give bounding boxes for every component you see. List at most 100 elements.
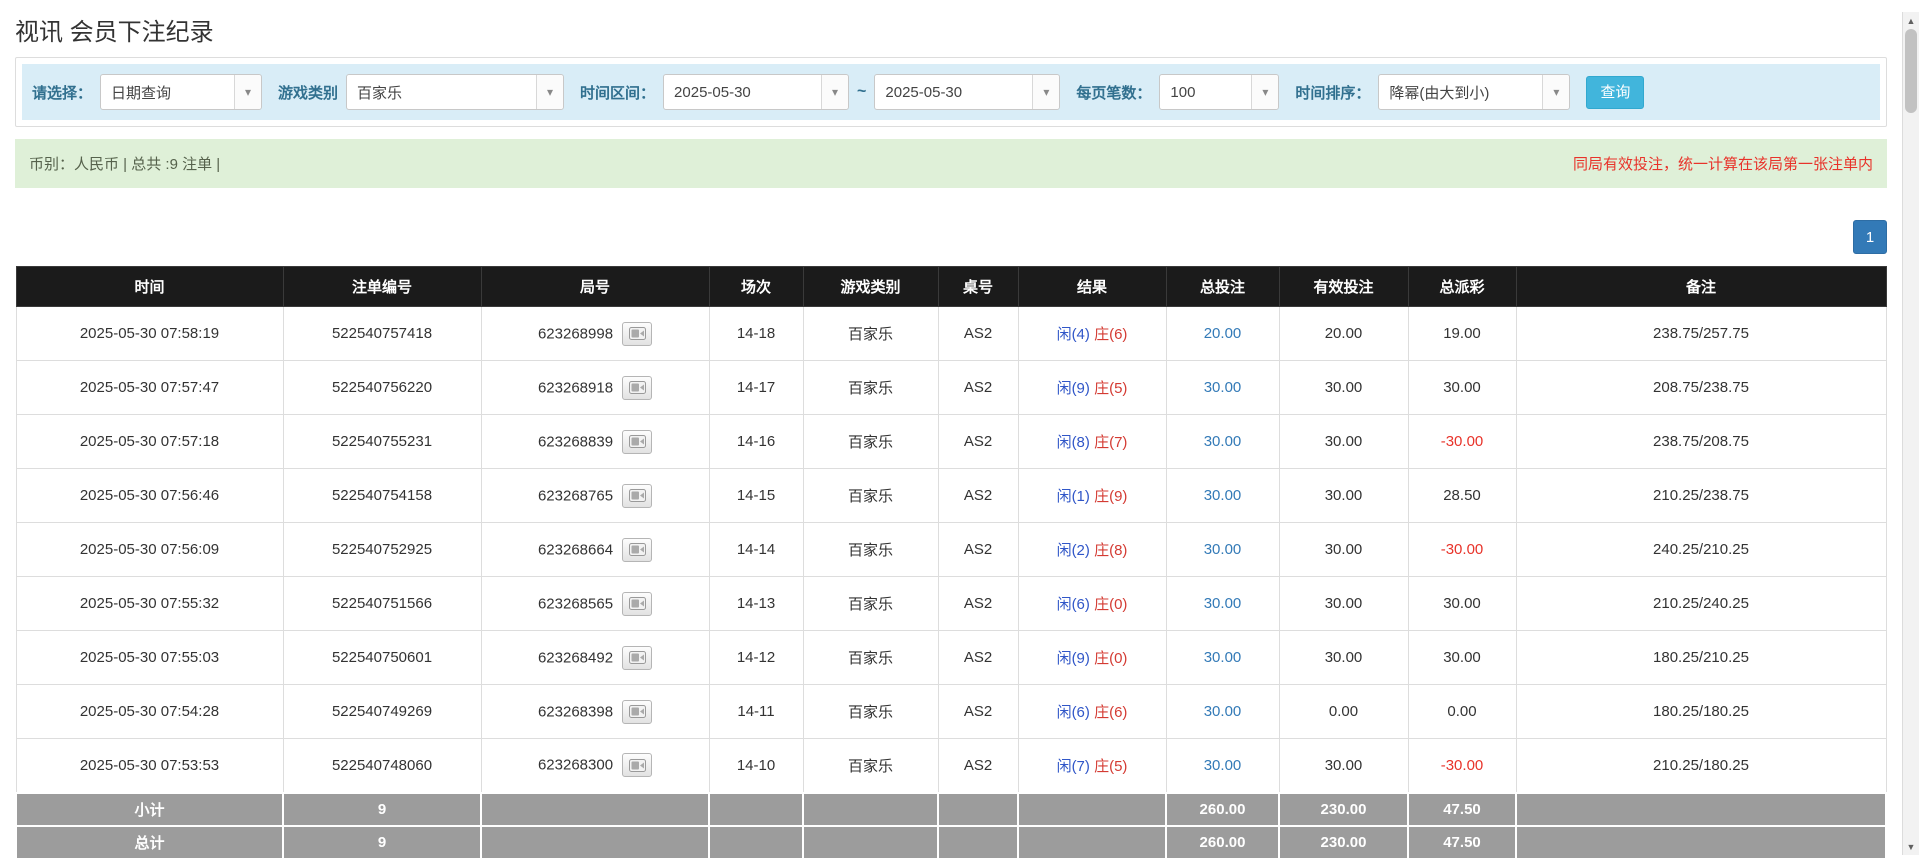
total-bet-link[interactable]: 30.00 xyxy=(1204,379,1242,396)
chevron-down-icon[interactable]: ▾ xyxy=(1032,75,1059,109)
sort-select[interactable]: 降幂(由大到小) ▾ xyxy=(1378,74,1570,110)
result-cell: 闲(7) 庄(5) xyxy=(1018,739,1166,793)
game-type-cell: 百家乐 xyxy=(803,415,938,469)
bet-id-cell: 522540752925 xyxy=(283,523,481,577)
sort-value: 降幂(由大到小) xyxy=(1379,75,1542,109)
sort-label: 时间排序： xyxy=(1295,82,1370,103)
bet-id-cell: 522540755231 xyxy=(283,415,481,469)
range-separator: ~ xyxy=(857,83,866,101)
page-title: 视讯 会员下注纪录 xyxy=(15,12,1887,47)
subtotal-row: 小计9260.00230.0047.50 xyxy=(16,793,1886,826)
subtotal-row-cell-7: 260.00 xyxy=(1166,793,1279,826)
total-bet-link[interactable]: 30.00 xyxy=(1204,595,1242,612)
round-number: 623268765 xyxy=(538,487,613,504)
total-row: 总计9260.00230.0047.50 xyxy=(16,826,1886,859)
table-number-cell: AS2 xyxy=(938,685,1018,739)
per-page-value: 100 xyxy=(1160,75,1251,109)
valid-bet-note: 同局有效投注，统一计算在该局第一张注单内 xyxy=(1573,153,1873,174)
date-to-select[interactable]: 2025-05-30 ▾ xyxy=(874,74,1060,110)
total-bet-link[interactable]: 20.00 xyxy=(1204,325,1242,342)
bet-id-cell: 522540750601 xyxy=(283,631,481,685)
video-replay-glyph xyxy=(629,435,646,448)
column-header: 总派彩 xyxy=(1408,267,1516,307)
page-button-1[interactable]: 1 xyxy=(1853,220,1887,254)
bet-time-cell: 2025-05-30 07:57:18 xyxy=(16,415,283,469)
total-bet-link[interactable]: 30.00 xyxy=(1204,541,1242,558)
remark-cell: 180.25/210.25 xyxy=(1516,631,1886,685)
session-cell: 14-16 xyxy=(709,415,803,469)
video-replay-icon[interactable] xyxy=(622,376,652,400)
column-header: 游戏类别 xyxy=(803,267,938,307)
chevron-down-icon[interactable]: ▾ xyxy=(1542,75,1569,109)
video-replay-icon[interactable] xyxy=(622,484,652,508)
date-from-value: 2025-05-30 xyxy=(664,75,821,109)
column-header: 时间 xyxy=(16,267,283,307)
table-number-cell: AS2 xyxy=(938,577,1018,631)
table-row: 2025-05-30 07:55:32522540751566623268565… xyxy=(16,577,1886,631)
bet-id-cell: 522540757418 xyxy=(283,307,481,361)
scrollbar-thumb[interactable] xyxy=(1905,29,1917,113)
video-replay-glyph xyxy=(629,759,646,772)
result-cell: 闲(9) 庄(0) xyxy=(1018,631,1166,685)
pagination: 1 xyxy=(15,220,1887,254)
game-type-select[interactable]: 百家乐 ▾ xyxy=(346,74,564,110)
query-type-select[interactable]: 日期查询 ▾ xyxy=(100,74,262,110)
table-number-cell: AS2 xyxy=(938,307,1018,361)
chevron-down-icon[interactable]: ▾ xyxy=(1251,75,1278,109)
round-number: 623268998 xyxy=(538,325,613,342)
vertical-scrollbar[interactable]: ▲ ▼ xyxy=(1902,12,1919,855)
total-row-cell-2 xyxy=(481,826,709,859)
video-replay-icon[interactable] xyxy=(622,322,652,346)
scroll-up-icon[interactable]: ▲ xyxy=(1903,12,1919,29)
game-type-label: 游戏类别 xyxy=(278,82,338,103)
column-header: 注单编号 xyxy=(283,267,481,307)
video-replay-icon[interactable] xyxy=(622,700,652,724)
total-row-cell-4 xyxy=(803,826,938,859)
per-page-select[interactable]: 100 ▾ xyxy=(1159,74,1279,110)
round-cell: 623268398 xyxy=(481,685,709,739)
total-bet-link[interactable]: 30.00 xyxy=(1204,757,1242,774)
video-replay-icon[interactable] xyxy=(622,592,652,616)
column-header: 总投注 xyxy=(1166,267,1279,307)
result-banker: 庄(8) xyxy=(1094,542,1127,559)
per-page-label: 每页笔数： xyxy=(1076,82,1151,103)
result-cell: 闲(9) 庄(5) xyxy=(1018,361,1166,415)
video-replay-icon[interactable] xyxy=(622,538,652,562)
session-cell: 14-10 xyxy=(709,739,803,793)
payout-cell: 28.50 xyxy=(1408,469,1516,523)
table-row: 2025-05-30 07:53:53522540748060623268300… xyxy=(16,739,1886,793)
remark-cell: 240.25/210.25 xyxy=(1516,523,1886,577)
video-replay-icon[interactable] xyxy=(622,646,652,670)
bet-id-cell: 522540754158 xyxy=(283,469,481,523)
round-number: 623268492 xyxy=(538,649,613,666)
chevron-down-icon[interactable]: ▾ xyxy=(821,75,848,109)
total-row-cell-7: 260.00 xyxy=(1166,826,1279,859)
total-bet-link[interactable]: 30.00 xyxy=(1204,433,1242,450)
valid-bet-cell: 30.00 xyxy=(1279,523,1408,577)
total-bet-cell: 30.00 xyxy=(1166,361,1279,415)
column-header: 有效投注 xyxy=(1279,267,1408,307)
video-replay-icon[interactable] xyxy=(622,753,652,777)
video-replay-glyph xyxy=(629,705,646,718)
result-cell: 闲(6) 庄(6) xyxy=(1018,685,1166,739)
chevron-down-icon[interactable]: ▾ xyxy=(234,75,261,109)
total-bet-link[interactable]: 30.00 xyxy=(1204,703,1242,720)
column-header: 备注 xyxy=(1516,267,1886,307)
remark-cell: 210.25/240.25 xyxy=(1516,577,1886,631)
total-bet-link[interactable]: 30.00 xyxy=(1204,487,1242,504)
table-number-cell: AS2 xyxy=(938,361,1018,415)
total-bet-link[interactable]: 30.00 xyxy=(1204,649,1242,666)
date-to-value: 2025-05-30 xyxy=(875,75,1032,109)
scroll-down-icon[interactable]: ▼ xyxy=(1903,838,1919,855)
payout-cell: -30.00 xyxy=(1408,739,1516,793)
result-banker: 庄(0) xyxy=(1094,650,1127,667)
result-banker: 庄(7) xyxy=(1094,434,1127,451)
query-button[interactable]: 查询 xyxy=(1586,76,1644,109)
video-replay-icon[interactable] xyxy=(622,430,652,454)
chevron-down-icon[interactable]: ▾ xyxy=(536,75,563,109)
valid-bet-cell: 30.00 xyxy=(1279,469,1408,523)
video-replay-glyph xyxy=(629,489,646,502)
date-from-select[interactable]: 2025-05-30 ▾ xyxy=(663,74,849,110)
total-row-cell-1: 9 xyxy=(283,826,481,859)
round-number: 623268839 xyxy=(538,433,613,450)
